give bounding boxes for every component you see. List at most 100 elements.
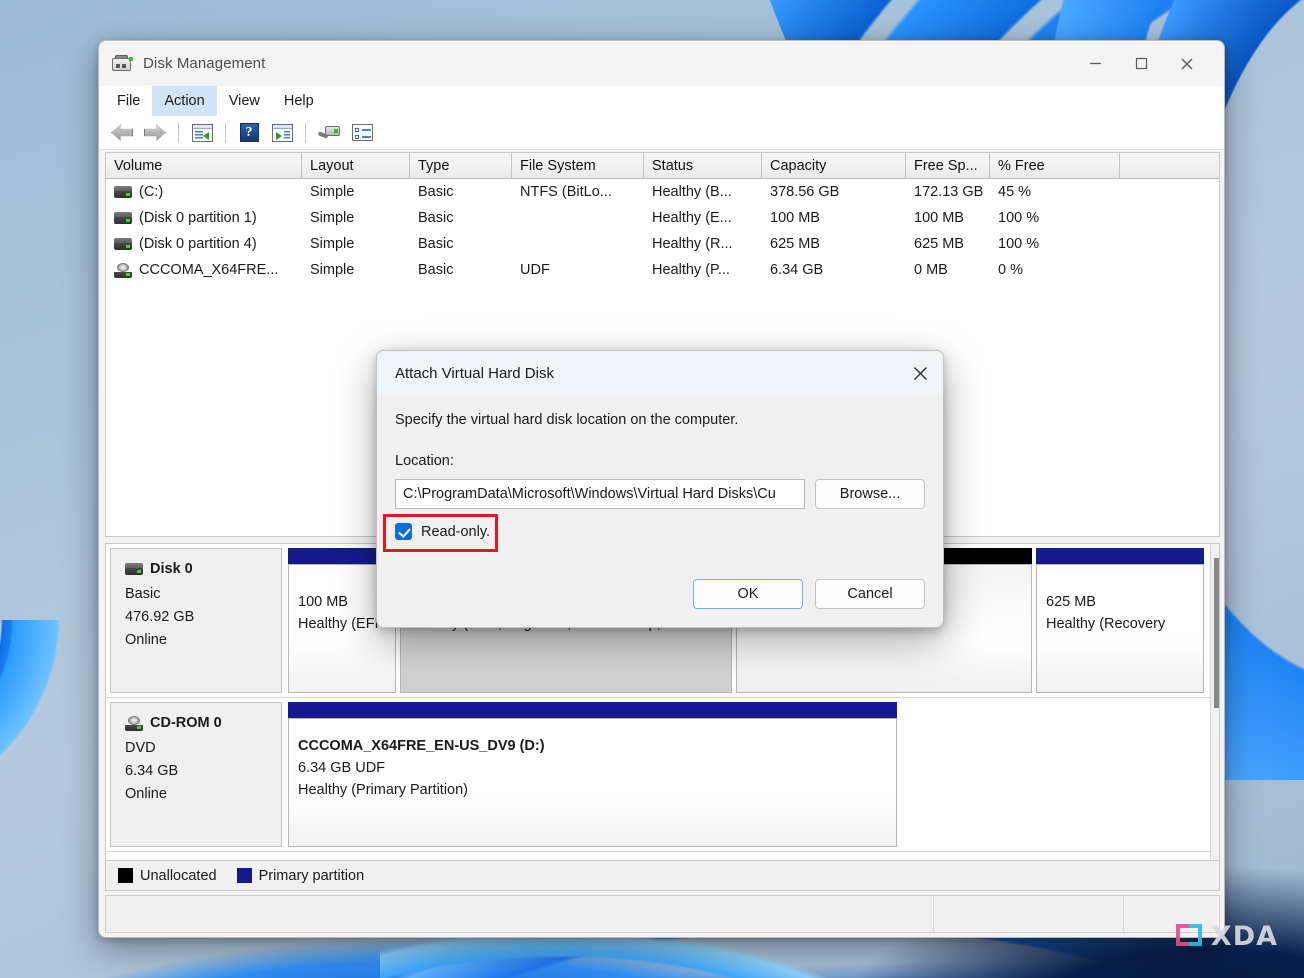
column-header-capacity[interactable]: Capacity: [762, 153, 906, 178]
table-row[interactable]: (Disk 0 partition 4) Simple Basic Health…: [106, 231, 1219, 257]
cell-status: Healthy (B...: [652, 184, 732, 200]
show-hide-console-tree-icon[interactable]: [187, 119, 217, 147]
menu-action[interactable]: Action: [152, 86, 217, 116]
status-bar-cell-2: [934, 896, 1124, 932]
table-row[interactable]: (C:) Simple Basic NTFS (BitLo... Healthy…: [106, 179, 1219, 205]
disk-state: Online: [125, 786, 167, 802]
partition-capacity-bar: [1036, 548, 1204, 564]
column-header-volume[interactable]: Volume: [106, 153, 302, 178]
menu-view[interactable]: View: [217, 86, 272, 116]
partition-line-1: 625 MB: [1046, 594, 1096, 610]
show-hide-action-pane-icon[interactable]: [267, 119, 297, 147]
attach-virtual-hard-disk-dialog: Attach Virtual Hard Disk Specify the vir…: [376, 350, 944, 628]
location-input[interactable]: C:\ProgramData\Microsoft\Windows\Virtual…: [395, 479, 805, 509]
partition-line-2: Healthy (Recovery: [1046, 616, 1166, 633]
help-icon[interactable]: ?: [234, 119, 264, 147]
toolbar-separator: [178, 122, 179, 143]
volume-name: CCCOMA_X64FRE...: [139, 262, 279, 278]
disk-name: CD-ROM 0: [150, 715, 222, 731]
cell-volume: (Disk 0 partition 1): [106, 210, 302, 226]
location-row: C:\ProgramData\Microsoft\Windows\Virtual…: [395, 479, 925, 509]
cell-status: Healthy (P...: [652, 262, 730, 278]
vertical-scrollbar[interactable]: [1210, 544, 1219, 860]
readonly-label: Read-only.: [421, 523, 491, 540]
cell-type: Basic: [418, 262, 454, 278]
window-titlebar: Disk Management: [99, 41, 1224, 86]
partition-block[interactable]: CCCOMA_X64FRE_EN-US_DV9 (D:) 6.34 GB UDF…: [288, 702, 897, 847]
volume-name: (C:): [139, 184, 164, 200]
partition-details: CCCOMA_X64FRE_EN-US_DV9 (D:) 6.34 GB UDF…: [288, 718, 897, 847]
readonly-checkbox-row[interactable]: Read-only.: [383, 514, 498, 552]
cell-volume: CCCOMA_X64FRE...: [106, 262, 302, 278]
dialog-title: Attach Virtual Hard Disk: [395, 365, 554, 382]
minimize-button[interactable]: [1072, 41, 1118, 86]
cancel-button[interactable]: Cancel: [815, 579, 925, 609]
cell-volume: (Disk 0 partition 4): [106, 236, 302, 252]
menu-bar: File Action View Help: [99, 86, 1224, 116]
legend-item-unallocated: Unallocated: [118, 868, 217, 884]
disk-info-panel[interactable]: Disk 0 Basic 476.92 GB Online: [110, 548, 282, 693]
table-row[interactable]: (Disk 0 partition 1) Simple Basic Health…: [106, 205, 1219, 231]
cell-file-system: UDF: [520, 262, 550, 278]
rescan-disks-icon[interactable]: [314, 119, 344, 147]
dialog-footer: OK Cancel: [377, 579, 943, 627]
cell-volume: (C:): [106, 184, 302, 200]
disk-kind: DVD: [125, 740, 156, 756]
column-header-status[interactable]: Status: [644, 153, 762, 178]
hard-disk-icon: [114, 238, 132, 250]
column-header-type[interactable]: Type: [410, 153, 512, 178]
column-header-spacer: [1120, 153, 1219, 178]
cell-type: Basic: [418, 184, 454, 200]
close-button[interactable]: [1164, 41, 1210, 86]
legend-swatch-unallocated: [118, 868, 133, 883]
window-controls: [1072, 41, 1224, 86]
partition-block[interactable]: 625 MB Healthy (Recovery: [1036, 548, 1204, 693]
cell-pct-free: 100 %: [998, 210, 1040, 226]
cell-pct-free: 45 %: [998, 184, 1032, 200]
legend-swatch-primary: [236, 868, 252, 883]
disk-size: 476.92 GB: [125, 609, 195, 625]
cell-free-space: 625 MB: [914, 236, 964, 252]
legend-label-primary: Primary partition: [258, 867, 365, 884]
cell-free-space: 172.13 GB: [914, 184, 984, 200]
volume-name: (Disk 0 partition 1): [139, 210, 257, 226]
disk-size: 6.34 GB: [125, 763, 179, 779]
disk-info-panel[interactable]: CD-ROM 0 DVD 6.34 GB Online: [110, 702, 282, 847]
table-row[interactable]: CCCOMA_X64FRE... Simple Basic UDF Health…: [106, 257, 1219, 283]
back-icon[interactable]: [107, 119, 137, 147]
column-header-pct-free[interactable]: % Free: [990, 153, 1120, 178]
column-header-file-system[interactable]: File System: [512, 153, 644, 178]
cell-capacity: 100 MB: [770, 210, 820, 226]
ok-button[interactable]: OK: [693, 579, 803, 609]
properties-icon[interactable]: [347, 119, 377, 147]
menu-help[interactable]: Help: [272, 86, 326, 116]
forward-icon[interactable]: [140, 119, 170, 147]
column-header-free-space[interactable]: Free Sp...: [906, 153, 990, 178]
cell-file-system: NTFS (BitLo...: [520, 184, 612, 200]
scrollbar-thumb[interactable]: [1214, 558, 1219, 708]
cell-pct-free: 100 %: [998, 236, 1040, 252]
cell-layout: Simple: [310, 262, 355, 278]
location-label: Location:: [395, 453, 454, 469]
disk-title: CD-ROM 0: [125, 715, 281, 731]
partition-line-3: Healthy (Primary Partition): [298, 782, 469, 799]
cell-type: Basic: [418, 210, 454, 226]
cell-status: Healthy (R...: [652, 236, 733, 252]
volume-name: (Disk 0 partition 4): [139, 236, 257, 252]
maximize-button[interactable]: [1118, 41, 1164, 86]
disk-title: Disk 0: [125, 561, 281, 577]
cd-rom-icon: [114, 262, 132, 278]
partition-details: 625 MB Healthy (Recovery: [1036, 564, 1204, 693]
readonly-checkbox[interactable]: [395, 523, 412, 540]
cell-status: Healthy (E...: [652, 210, 732, 226]
cell-type: Basic: [418, 236, 454, 252]
partition-strip: CCCOMA_X64FRE_EN-US_DV9 (D:) 6.34 GB UDF…: [282, 698, 1210, 851]
window-title: Disk Management: [143, 55, 266, 72]
menu-file[interactable]: File: [105, 86, 152, 116]
column-header-layout[interactable]: Layout: [302, 153, 410, 178]
browse-button[interactable]: Browse...: [815, 479, 925, 509]
toolbar-separator: [305, 122, 306, 143]
legend-item-primary-partition: Primary partition: [236, 867, 365, 884]
disk-row: CD-ROM 0 DVD 6.34 GB Online CCCOMA_X64FR…: [106, 698, 1210, 852]
dialog-close-button[interactable]: [897, 351, 943, 396]
